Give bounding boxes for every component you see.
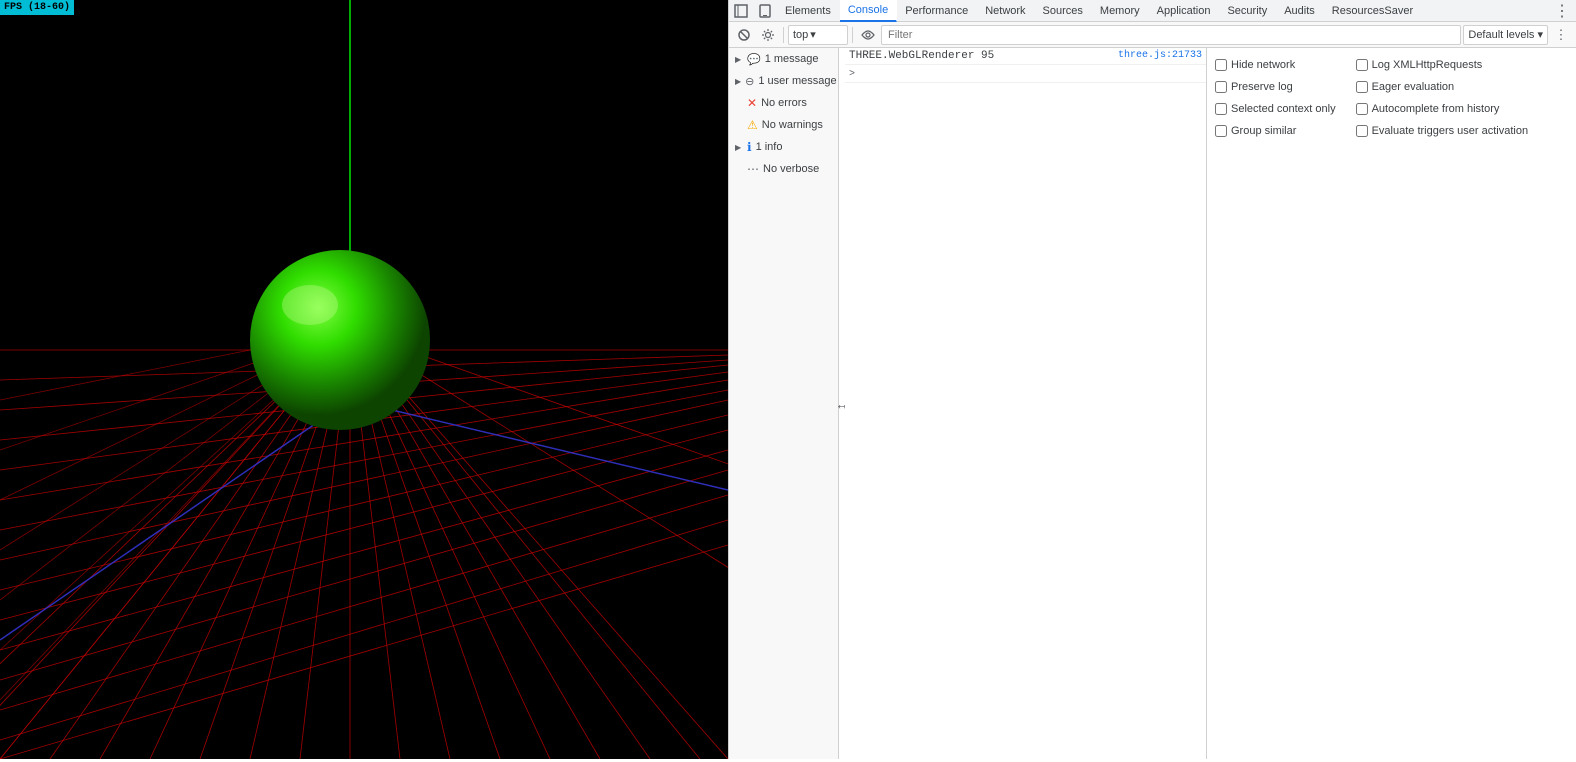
sidebar-item-warnings[interactable]: ⚠ No warnings — [729, 114, 838, 136]
clear-console-button[interactable] — [733, 24, 755, 46]
tab-resourcessaver[interactable]: ResourcesSaver — [1324, 0, 1422, 22]
checkbox-log-xhr[interactable] — [1356, 59, 1368, 71]
settings-row-log-xhr: Log XMLHttpRequests — [1356, 54, 1529, 76]
label-group-similar: Group similar — [1231, 125, 1296, 137]
devtools-inspect-icon[interactable] — [729, 0, 753, 22]
sidebar-item-info[interactable]: ▶ ℹ 1 info — [729, 136, 838, 158]
filter-input[interactable] — [881, 25, 1461, 45]
sidebar-arrow-info: ▶ — [735, 143, 743, 152]
console-input-area[interactable] — [859, 67, 1202, 79]
log-entry-text: THREE.WebGLRenderer 95 — [849, 50, 1118, 62]
settings-row-eager-eval: Eager evaluation — [1356, 76, 1529, 98]
info-icon: ℹ — [747, 140, 752, 154]
info-count-label: 1 info — [756, 141, 783, 153]
checkbox-autocomplete[interactable] — [1356, 103, 1368, 115]
verbose-count-label: No verbose — [763, 163, 819, 175]
tab-memory[interactable]: Memory — [1092, 0, 1149, 22]
toolbar-sep-1 — [783, 27, 784, 43]
settings-row-evaluate-triggers: Evaluate triggers user activation — [1356, 120, 1529, 142]
sidebar-item-verbose[interactable]: ⋯ No verbose — [729, 158, 838, 180]
console-output: THREE.WebGLRenderer 95 three.js:21733 > — [845, 48, 1206, 759]
console-settings-icon[interactable] — [757, 24, 779, 46]
user-message-label: 1 user message — [758, 75, 836, 87]
settings-row-group-similar: Group similar — [1215, 120, 1336, 142]
label-log-xhr: Log XMLHttpRequests — [1372, 59, 1483, 71]
console-settings-panel: Hide network Preserve log Selected conte… — [1206, 48, 1576, 759]
user-message-icon: ⊖ — [745, 75, 754, 88]
default-levels-selector[interactable]: Default levels ▾ — [1463, 25, 1548, 45]
sidebar-item-messages[interactable]: ▶ 💬 1 message — [729, 48, 838, 70]
console-toolbar: top ▾ Default levels ▾ ⋮ — [729, 22, 1576, 48]
sidebar-arrow-messages: ▶ — [735, 55, 743, 64]
error-count-label: No errors — [761, 97, 807, 109]
sidebar-item-errors[interactable]: ✕ No errors — [729, 92, 838, 114]
tab-elements[interactable]: Elements — [777, 0, 840, 22]
context-selector-dropdown-icon: ▾ — [810, 28, 816, 41]
canvas-area: FPS (18-60) — [0, 0, 728, 759]
devtools-panel: Elements Console Performance Network Sou… — [728, 0, 1576, 759]
error-icon: ✕ — [747, 96, 757, 110]
message-count-icon: 💬 — [747, 53, 761, 66]
devtools-more-tabs[interactable]: ⋮ — [1548, 1, 1576, 21]
verbose-icon: ⋯ — [747, 162, 759, 176]
sidebar-arrow-user: ▶ — [735, 77, 741, 86]
checkbox-group-similar[interactable] — [1215, 125, 1227, 137]
message-count-label: 1 message — [765, 53, 819, 65]
tab-security[interactable]: Security — [1219, 0, 1276, 22]
console-prompt-row[interactable]: > — [845, 65, 1206, 83]
tab-performance[interactable]: Performance — [897, 0, 977, 22]
eye-button[interactable] — [857, 24, 879, 46]
label-selected-context: Selected context only — [1231, 103, 1336, 115]
label-preserve-log: Preserve log — [1231, 81, 1293, 93]
fps-badge: FPS (18-60) — [0, 0, 74, 15]
warning-icon: ⚠ — [747, 118, 758, 132]
label-evaluate-triggers: Evaluate triggers user activation — [1372, 125, 1529, 137]
label-hide-network: Hide network — [1231, 59, 1295, 71]
devtools-tab-bar: Elements Console Performance Network Sou… — [729, 0, 1576, 22]
devtools-more-options[interactable]: ⋮ — [1550, 24, 1572, 46]
log-entry-source[interactable]: three.js:21733 — [1118, 50, 1202, 61]
checkbox-eager-eval[interactable] — [1356, 81, 1368, 93]
settings-row-autocomplete: Autocomplete from history — [1356, 98, 1529, 120]
devtools-device-icon[interactable] — [753, 0, 777, 22]
checkbox-hide-network[interactable] — [1215, 59, 1227, 71]
console-body: ▶ 💬 1 message ▶ ⊖ 1 user message ✕ No er… — [729, 48, 1576, 759]
context-selector[interactable]: top ▾ — [788, 25, 848, 45]
tab-network[interactable]: Network — [977, 0, 1034, 22]
checkbox-selected-context[interactable] — [1215, 103, 1227, 115]
tab-sources[interactable]: Sources — [1035, 0, 1092, 22]
settings-row-selected-context: Selected context only — [1215, 98, 1336, 120]
tab-application[interactable]: Application — [1149, 0, 1220, 22]
checkbox-evaluate-triggers[interactable] — [1356, 125, 1368, 137]
warning-count-label: No warnings — [762, 119, 823, 131]
toolbar-sep-2 — [852, 27, 853, 43]
tab-audits[interactable]: Audits — [1276, 0, 1324, 22]
checkbox-preserve-log[interactable] — [1215, 81, 1227, 93]
label-eager-eval: Eager evaluation — [1372, 81, 1455, 93]
console-log-entry[interactable]: THREE.WebGLRenderer 95 three.js:21733 — [845, 48, 1206, 65]
settings-row-hide-network: Hide network — [1215, 54, 1336, 76]
scene-svg — [0, 0, 728, 759]
sidebar-item-user-messages[interactable]: ▶ ⊖ 1 user message — [729, 70, 838, 92]
settings-row-preserve-log: Preserve log — [1215, 76, 1336, 98]
console-sidebar: ▶ 💬 1 message ▶ ⊖ 1 user message ✕ No er… — [729, 48, 839, 759]
console-prompt-arrow: > — [849, 69, 855, 80]
tab-console[interactable]: Console — [840, 0, 897, 22]
label-autocomplete: Autocomplete from history — [1372, 103, 1500, 115]
